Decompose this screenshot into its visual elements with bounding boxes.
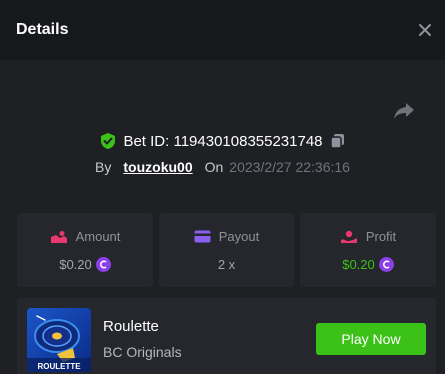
payout-value: 2 x [217, 257, 236, 272]
bet-timestamp: 2023/2/27 22:36:16 [229, 159, 350, 175]
by-label: By [95, 159, 112, 175]
amount-label: Amount [75, 229, 121, 244]
game-card: ROULETTE Roulette BC Originals Play Now [17, 298, 436, 374]
roulette-wheel-icon: ROULETTE [27, 308, 91, 372]
bet-id: Bet ID: 119430108355231748 [123, 132, 323, 150]
share-button[interactable] [392, 100, 416, 122]
copy-icon [329, 134, 344, 149]
bet-id-row: Bet ID: 119430108355231748 [0, 130, 445, 152]
byline: By touzoku00 On 2023/2/27 22:36:16 [0, 157, 445, 177]
profit-icon [340, 230, 357, 243]
game-thumbnail[interactable]: ROULETTE [27, 308, 91, 372]
profit-value: $0.20 [342, 257, 375, 272]
copy-button[interactable] [329, 133, 345, 149]
payout-card: Payout 2 x [159, 213, 294, 287]
modal-header: Details [0, 0, 445, 60]
amount-icon [50, 230, 67, 243]
shield-check-icon [101, 133, 116, 149]
amount-value: $0.20 [59, 257, 92, 272]
game-provider: BC Originals [103, 344, 182, 360]
close-icon [419, 24, 431, 36]
modal-title: Details [16, 21, 69, 38]
on-label: On [204, 159, 224, 175]
card-icon [194, 230, 211, 243]
profit-card: Profit $0.20 [300, 213, 436, 287]
coin-icon [378, 257, 394, 272]
close-button[interactable] [415, 20, 435, 40]
username-link[interactable]: touzoku00 [123, 159, 192, 175]
play-now-button[interactable]: Play Now [316, 323, 426, 355]
share-icon [394, 103, 414, 119]
payout-label: Payout [218, 229, 260, 244]
coin-icon [95, 257, 111, 272]
game-thumb-label: ROULETTE [37, 362, 81, 371]
profit-label: Profit [365, 229, 397, 244]
game-name[interactable]: Roulette [103, 318, 159, 335]
amount-card: Amount $0.20 [17, 213, 153, 287]
